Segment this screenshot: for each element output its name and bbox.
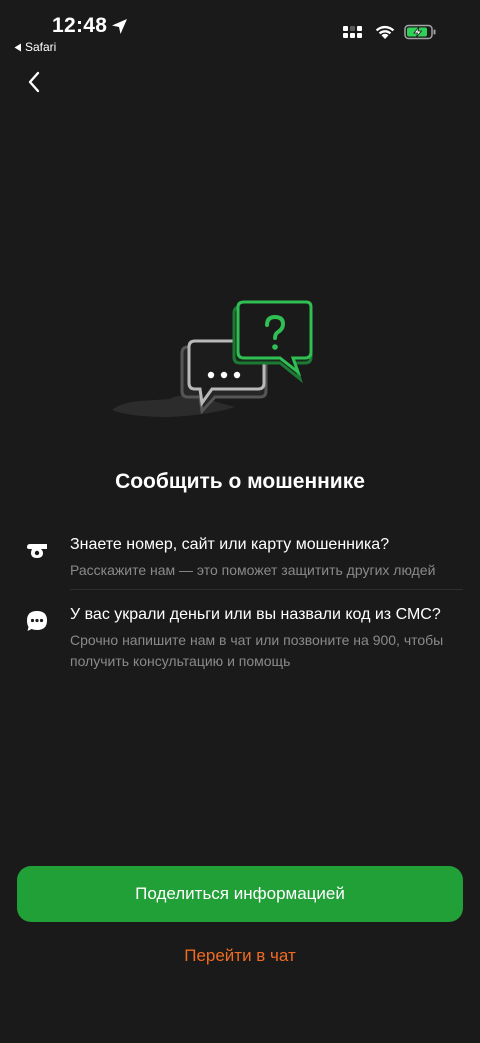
item-subtitle: Расскажите нам — это поможет защитить др… bbox=[70, 562, 436, 578]
back-triangle-icon bbox=[14, 43, 21, 51]
share-information-button[interactable]: Поделиться информацией bbox=[17, 866, 463, 922]
go-to-chat-link[interactable]: Перейти в чат bbox=[0, 946, 480, 966]
status-bar: 12:48 Safari bbox=[0, 0, 480, 58]
fraud-chat-illustration bbox=[110, 295, 320, 425]
status-indicators bbox=[342, 24, 436, 40]
info-list: Знаете номер, сайт или карту мошенника? … bbox=[0, 534, 480, 672]
info-item-stolen-money: У вас украли деньги или вы назвали код и… bbox=[0, 604, 480, 672]
status-time: 12:48 bbox=[52, 14, 128, 38]
chat-bubble-icon bbox=[24, 608, 50, 634]
divider bbox=[70, 589, 463, 590]
location-arrow-icon bbox=[112, 18, 128, 34]
back-app-label: Safari bbox=[25, 40, 57, 54]
wifi-icon bbox=[375, 25, 395, 39]
chevron-left-icon bbox=[28, 71, 40, 93]
time-text: 12:48 bbox=[52, 14, 108, 37]
cellular-signal-icon bbox=[343, 26, 362, 38]
back-button[interactable] bbox=[18, 66, 50, 98]
page-title: Сообщить о мошеннике bbox=[115, 470, 365, 493]
item-subtitle: Срочно напишите нам в чат или позвоните … bbox=[70, 632, 444, 669]
info-item-report-details: Знаете номер, сайт или карту мошенника? … bbox=[0, 534, 480, 581]
chat-question-illustration-icon bbox=[112, 300, 313, 417]
item-title: У вас украли деньги или вы назвали код и… bbox=[70, 606, 441, 623]
back-to-app-link[interactable]: Safari bbox=[14, 40, 56, 54]
battery-charging-icon bbox=[404, 24, 436, 40]
whistle-icon bbox=[24, 538, 50, 564]
item-title: Знаете номер, сайт или карту мошенника? bbox=[70, 536, 390, 553]
